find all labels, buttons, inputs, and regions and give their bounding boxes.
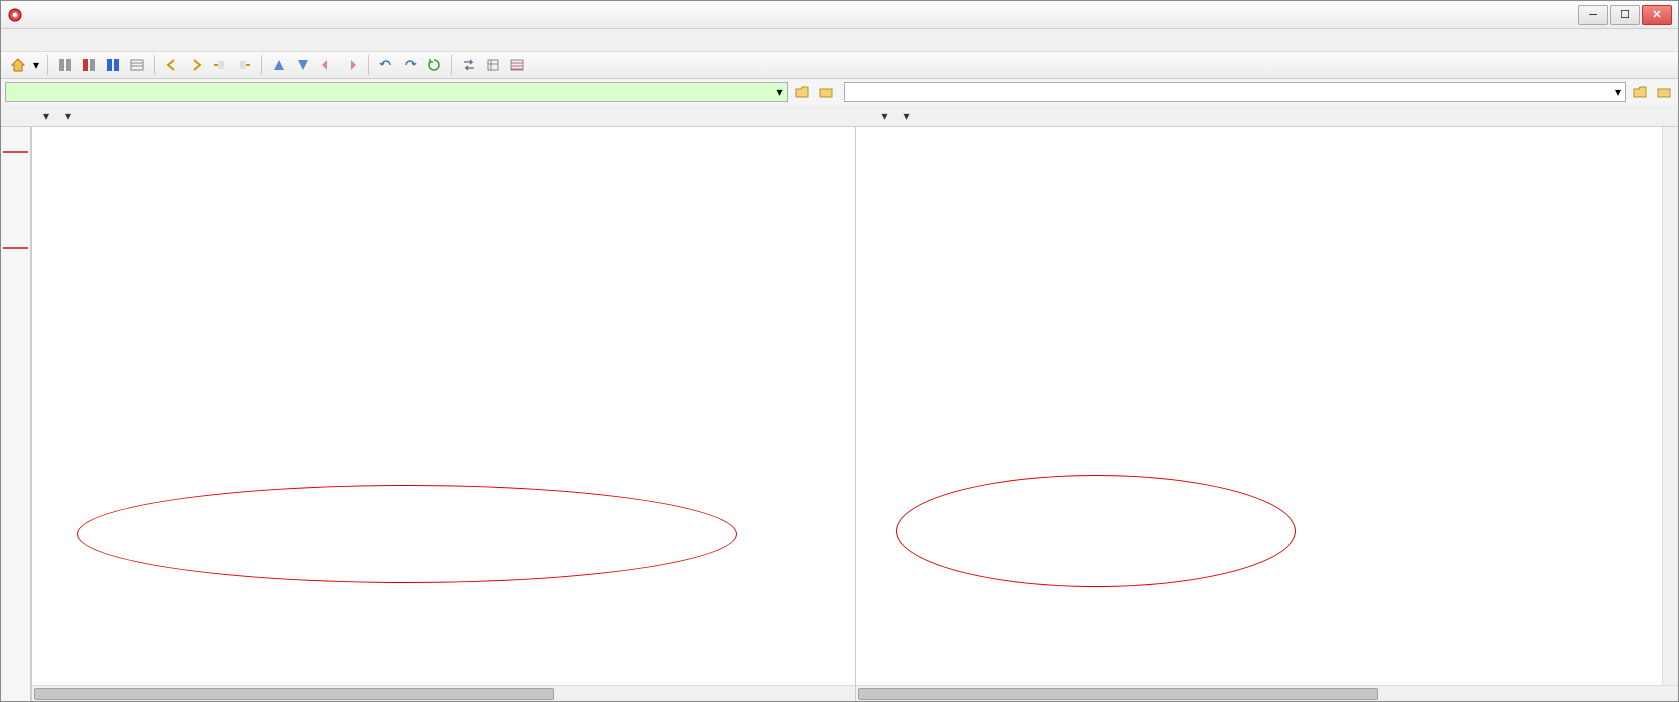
dropdown-icon: ▾ bbox=[904, 109, 910, 123]
right-lang-dropdown[interactable]: ▾ bbox=[880, 109, 888, 123]
prev-diff-file-button[interactable] bbox=[316, 54, 338, 76]
swap-button[interactable] bbox=[458, 54, 480, 76]
app-window: ─ ☐ ✕ ▾ bbox=[0, 0, 1679, 702]
toolbar: ▾ bbox=[1, 51, 1678, 79]
dropdown-icon[interactable]: ▾ bbox=[1615, 85, 1621, 99]
window-controls: ─ ☐ ✕ bbox=[1578, 5, 1672, 25]
menubar bbox=[1, 29, 1678, 51]
left-lang-dropdown[interactable]: ▾ bbox=[41, 109, 49, 123]
dropdown-icon: ▾ bbox=[43, 109, 49, 123]
next-diff-button[interactable] bbox=[292, 54, 314, 76]
right-info: ▾ ▾ bbox=[840, 105, 1679, 126]
separator bbox=[368, 55, 369, 75]
prev-diff-button[interactable] bbox=[268, 54, 290, 76]
right-code-area[interactable] bbox=[856, 127, 1679, 685]
left-info: ▾ ▾ bbox=[1, 105, 840, 126]
right-path-area: ▾ bbox=[840, 79, 1679, 105]
right-open-button[interactable] bbox=[1630, 82, 1650, 102]
home-button[interactable] bbox=[7, 54, 29, 76]
left-open-button[interactable] bbox=[792, 82, 812, 102]
filter-all-button[interactable] bbox=[54, 54, 76, 76]
next-diff-file-button[interactable] bbox=[340, 54, 362, 76]
menu-session[interactable] bbox=[9, 38, 21, 42]
dropdown-icon[interactable]: ▾ bbox=[776, 85, 782, 99]
minimize-button[interactable]: ─ bbox=[1578, 5, 1608, 25]
left-browse-button[interactable] bbox=[816, 82, 836, 102]
minimap-mark bbox=[3, 247, 28, 249]
left-h-scroll[interactable] bbox=[32, 685, 855, 701]
dropdown-icon: ▾ bbox=[882, 109, 888, 123]
app-icon bbox=[7, 7, 23, 23]
menu-file[interactable] bbox=[27, 38, 39, 42]
redo-button[interactable] bbox=[399, 54, 421, 76]
copy-left-button[interactable] bbox=[161, 54, 183, 76]
copy-block-left-button[interactable] bbox=[209, 54, 231, 76]
separator bbox=[154, 55, 155, 75]
left-pane bbox=[31, 127, 855, 701]
left-code-area[interactable] bbox=[32, 127, 855, 685]
right-h-scroll[interactable] bbox=[856, 685, 1679, 701]
right-browse-button[interactable] bbox=[1654, 82, 1674, 102]
copy-block-right-button[interactable] bbox=[233, 54, 255, 76]
reload-button[interactable] bbox=[482, 54, 504, 76]
right-pane bbox=[855, 127, 1679, 701]
left-enc-dropdown[interactable]: ▾ bbox=[63, 109, 71, 123]
rules-button[interactable] bbox=[126, 54, 148, 76]
filter-diff-button[interactable] bbox=[78, 54, 100, 76]
undo-button[interactable] bbox=[375, 54, 397, 76]
menu-view[interactable] bbox=[81, 38, 93, 42]
right-v-scroll[interactable] bbox=[1662, 127, 1678, 685]
separator bbox=[47, 55, 48, 75]
minimap-mark bbox=[3, 151, 28, 153]
filter-same-button[interactable] bbox=[102, 54, 124, 76]
right-path-input[interactable]: ▾ bbox=[844, 82, 1627, 102]
path-row: ▾ ▾ bbox=[1, 79, 1678, 105]
copy-right-button[interactable] bbox=[185, 54, 207, 76]
session-dropdown[interactable]: ▾ bbox=[31, 58, 41, 72]
refresh-button[interactable] bbox=[423, 54, 445, 76]
menu-edit[interactable] bbox=[45, 38, 57, 42]
maximize-button[interactable]: ☐ bbox=[1610, 5, 1640, 25]
separator bbox=[261, 55, 262, 75]
right-enc-dropdown[interactable]: ▾ bbox=[902, 109, 910, 123]
content-area bbox=[1, 127, 1678, 701]
toggle-view-button[interactable] bbox=[506, 54, 528, 76]
left-path-area: ▾ bbox=[1, 79, 840, 105]
close-button[interactable]: ✕ bbox=[1642, 5, 1672, 25]
minimap[interactable] bbox=[1, 127, 31, 701]
info-row: ▾ ▾ ▾ ▾ bbox=[1, 105, 1678, 127]
titlebar[interactable]: ─ ☐ ✕ bbox=[1, 1, 1678, 29]
left-path-input[interactable]: ▾ bbox=[5, 82, 788, 102]
separator bbox=[451, 55, 452, 75]
dropdown-icon: ▾ bbox=[65, 109, 71, 123]
menu-search[interactable] bbox=[63, 38, 75, 42]
menu-tools[interactable] bbox=[99, 38, 111, 42]
menu-help[interactable] bbox=[117, 38, 129, 42]
